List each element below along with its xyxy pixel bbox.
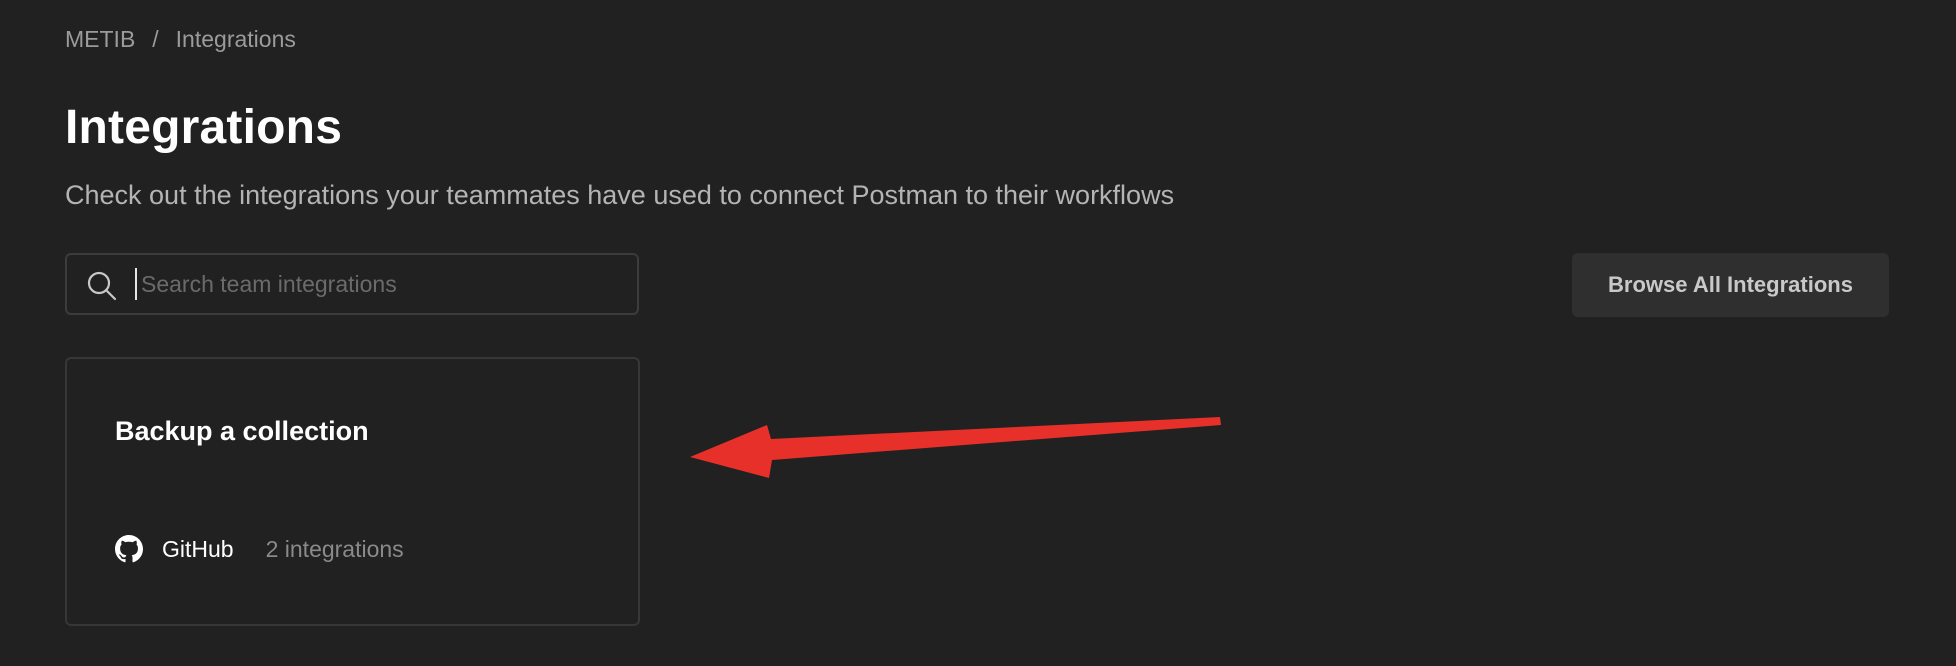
search-input[interactable] [135,268,625,300]
page-subtitle: Check out the integrations your teammate… [65,180,1175,210]
service-name: GitHub [162,535,234,562]
card-title: Backup a collection [115,416,369,446]
integration-card[interactable]: Backup a collection GitHub 2 integration… [65,357,640,626]
breadcrumb-current: Integrations [175,26,296,52]
github-icon [115,535,143,563]
annotation-arrow-shape [690,417,1221,478]
browse-all-integrations-button[interactable]: Browse All Integrations [1572,253,1889,317]
breadcrumb-separator: / [152,26,159,52]
page-title: Integrations [65,101,343,154]
search-icon [87,271,117,301]
breadcrumb: METIB / Integrations [65,26,296,53]
integration-count: 2 integrations [265,535,404,562]
integrations-page: METIB / Integrations Integrations Check … [0,0,1956,666]
search-box[interactable] [65,253,639,315]
breadcrumb-workspace[interactable]: METIB [65,26,135,53]
card-footer: GitHub 2 integrations [115,535,404,563]
annotation-arrow [690,417,1221,478]
